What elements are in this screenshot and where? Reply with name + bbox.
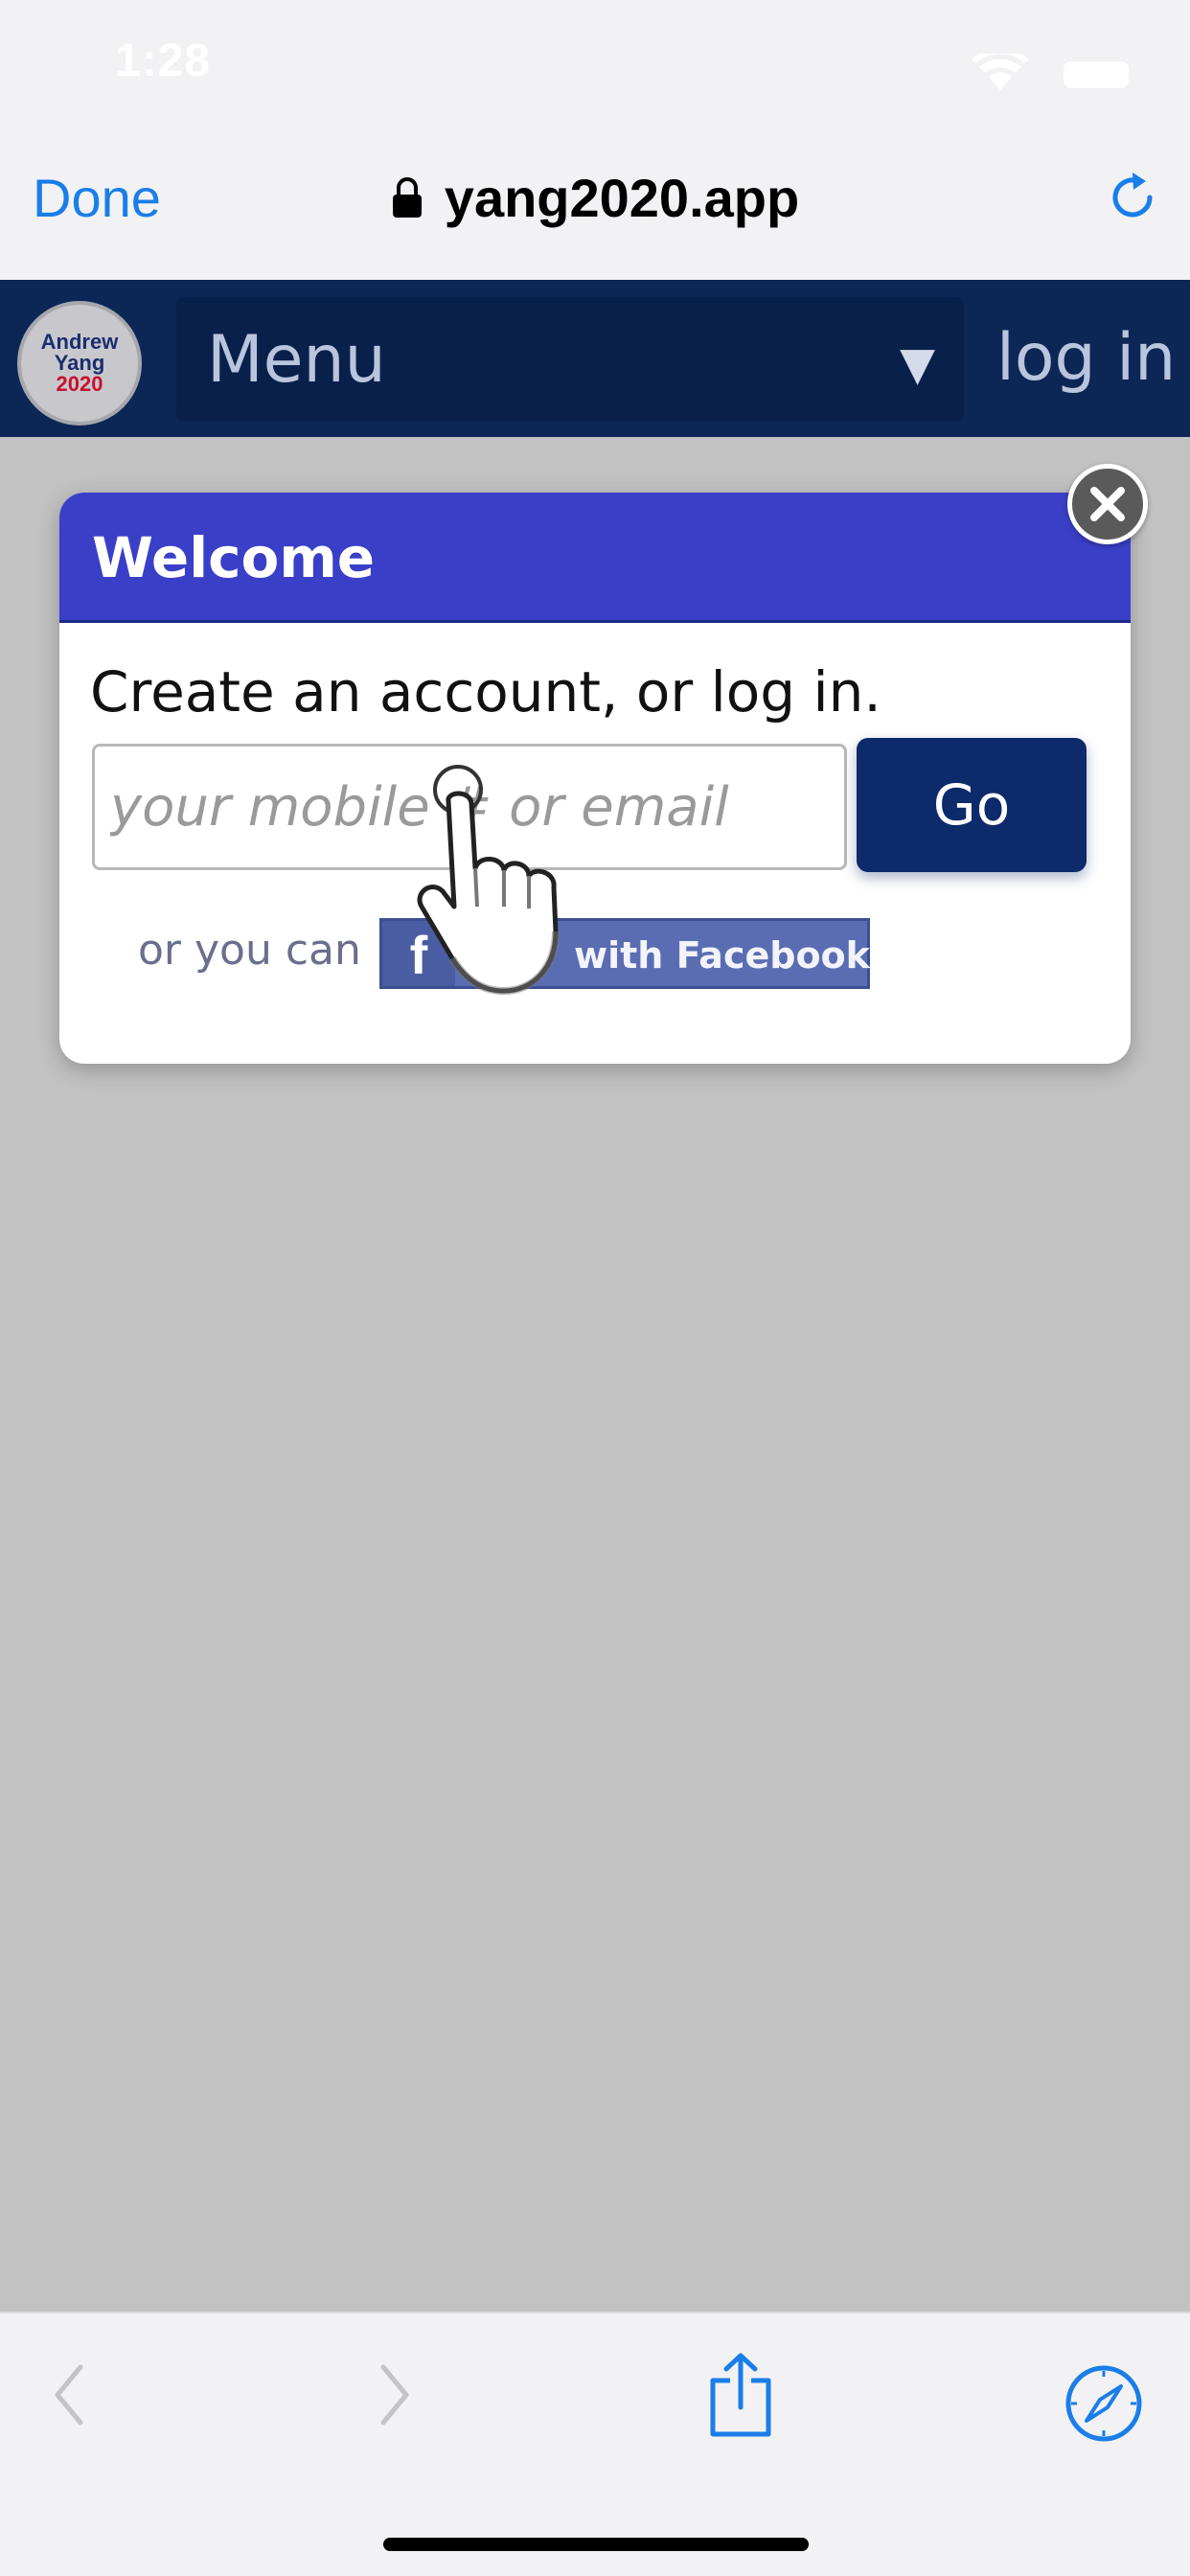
- modal-title: Welcome: [92, 525, 376, 590]
- compass-icon[interactable]: [1064, 2363, 1144, 2444]
- wifi-icon: [972, 54, 1029, 90]
- address-bar[interactable]: yang2020.app: [0, 167, 1190, 229]
- andrew-yang-logo[interactable]: Andrew Yang 2020: [17, 301, 142, 426]
- status-bar: 1:28: [0, 0, 1190, 134]
- battery-icon: [1064, 61, 1129, 88]
- facebook-button-label: with Facebook: [574, 934, 870, 977]
- or-you-can-text: or you can: [138, 926, 361, 975]
- go-button[interactable]: Go: [857, 738, 1087, 872]
- logo-line-3: 2020: [56, 372, 103, 396]
- logo-line-2: Yang: [54, 351, 105, 375]
- close-modal-button[interactable]: [1067, 464, 1148, 544]
- browser-top-bar: Done yang2020.app: [0, 134, 1190, 280]
- back-icon[interactable]: [50, 2361, 88, 2428]
- status-time: 1:28: [115, 35, 212, 86]
- share-icon[interactable]: [707, 2352, 774, 2440]
- screen: 1:28 Done yang2020.app Andrew Yang 2020 …: [0, 0, 1190, 2576]
- dropdown-arrow-icon: ▼: [900, 337, 935, 391]
- forward-icon[interactable]: [376, 2361, 414, 2428]
- modal-header: Welcome: [59, 493, 1131, 623]
- close-icon: [1090, 487, 1125, 521]
- menu-dropdown[interactable]: Menu ▼: [176, 297, 964, 422]
- menu-label: Menu: [207, 322, 386, 398]
- modal-prompt: Create an account, or log in.: [90, 659, 881, 724]
- welcome-modal: Welcome Create an account, or log in. Go…: [59, 493, 1131, 1064]
- home-indicator[interactable]: [383, 2538, 809, 2551]
- hand-pointer-icon: [417, 765, 560, 996]
- logo-line-1: Andrew: [40, 330, 119, 354]
- login-link[interactable]: log in: [996, 320, 1176, 396]
- lock-icon: [392, 176, 422, 218]
- browser-bottom-toolbar: [0, 2312, 1190, 2576]
- reload-icon[interactable]: [1104, 169, 1161, 226]
- site-nav-bar: Andrew Yang 2020 Menu ▼ log in: [0, 280, 1190, 437]
- url-text: yang2020.app: [444, 168, 800, 228]
- status-icons: [972, 54, 1129, 90]
